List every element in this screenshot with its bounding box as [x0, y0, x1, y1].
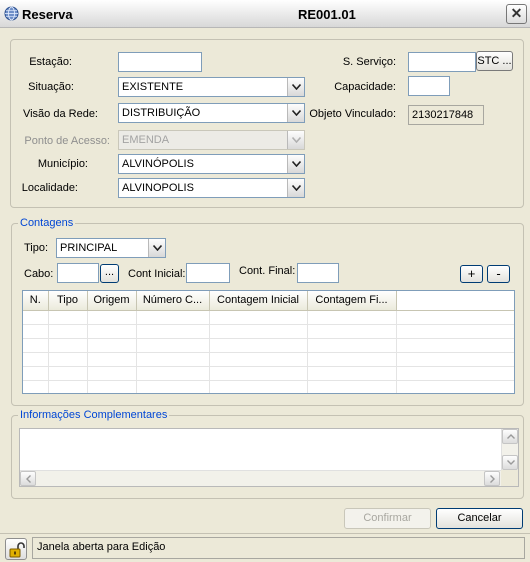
ponto-acesso-value: EMENDA: [122, 134, 170, 146]
scroll-right-button[interactable]: [484, 471, 500, 486]
tipo-label: Tipo:: [24, 242, 49, 254]
scroll-down-button[interactable]: [502, 455, 518, 470]
ponto-acesso-select: EMENDA: [118, 130, 305, 150]
chevron-down-icon: [287, 131, 304, 149]
lock-icon: [9, 542, 25, 558]
visao-rede-label: Visão da Rede:: [22, 108, 98, 120]
globe-icon: [4, 6, 19, 21]
chevron-down-icon: [507, 460, 515, 465]
servico-label: S. Serviço:: [342, 56, 396, 68]
cabo-browse-button[interactable]: ...: [100, 264, 119, 283]
capacidade-label: Capacidade:: [334, 81, 396, 93]
tipo-select[interactable]: PRINCIPAL: [56, 238, 166, 258]
visao-rede-select[interactable]: DISTRIBUIÇÃO: [118, 103, 305, 123]
localidade-value: ALVINOPOLIS: [122, 182, 194, 194]
cont-inicial-input[interactable]: [186, 263, 230, 283]
cancel-button[interactable]: Cancelar: [436, 508, 523, 529]
confirm-button[interactable]: Confirmar: [344, 508, 431, 529]
contagens-title: Contagens: [18, 217, 76, 229]
add-contagem-button[interactable]: +: [460, 265, 483, 283]
vertical-scrollbar[interactable]: [501, 429, 518, 471]
contagens-table[interactable]: N. Tipo Origem Número C... Contagem Inic…: [22, 290, 515, 394]
close-icon: ✕: [510, 5, 523, 21]
table-header-row: N. Tipo Origem Número C... Contagem Inic…: [23, 291, 514, 311]
capacidade-input[interactable]: [408, 76, 450, 96]
window-title: Reserva: [22, 7, 73, 22]
lock-button[interactable]: [5, 538, 27, 560]
chevron-down-icon[interactable]: [148, 239, 165, 257]
info-title: Informações Complementares: [18, 409, 170, 421]
stc-button[interactable]: STC ...: [476, 51, 513, 71]
window-code: RE001.01: [298, 7, 356, 22]
reserva-window: Reserva RE001.01 ✕ Estação: Situação: EX…: [0, 0, 530, 562]
column-header-contagem-final[interactable]: Contagem Fi...: [307, 291, 397, 311]
cabo-label: Cabo:: [24, 268, 54, 280]
chevron-left-icon: [26, 475, 31, 483]
objeto-vinculado-label: Objeto Vinculado:: [309, 108, 396, 120]
table-row[interactable]: [23, 310, 514, 325]
status-message: Janela aberta para Edição: [32, 537, 525, 559]
ponto-acesso-label: Ponto de Acesso:: [24, 135, 110, 147]
cont-final-label: Cont. Final:: [239, 265, 296, 277]
tipo-value: PRINCIPAL: [60, 242, 118, 254]
municipio-select[interactable]: ALVINÓPOLIS: [118, 154, 305, 174]
scroll-up-button[interactable]: [502, 429, 518, 444]
localidade-label: Localidade:: [21, 182, 78, 194]
cont-final-input[interactable]: [297, 263, 339, 283]
table-row[interactable]: [23, 324, 514, 339]
servico-input[interactable]: [408, 52, 476, 72]
status-bar: Janela aberta para Edição: [0, 533, 530, 562]
column-header-numero[interactable]: Número C...: [136, 291, 210, 311]
estacao-input[interactable]: [118, 52, 202, 72]
chevron-down-icon[interactable]: [287, 179, 304, 197]
situacao-value: EXISTENTE: [122, 81, 184, 93]
column-header-origem[interactable]: Origem: [87, 291, 137, 311]
chevron-right-icon: [490, 475, 495, 483]
estacao-label: Estação:: [29, 56, 72, 68]
cabo-input[interactable]: [57, 263, 99, 283]
municipio-value: ALVINÓPOLIS: [122, 158, 194, 170]
horizontal-scrollbar[interactable]: [20, 470, 501, 486]
situacao-select[interactable]: EXISTENTE: [118, 77, 305, 97]
municipio-label: Município:: [37, 158, 88, 170]
column-header-filler: [396, 291, 514, 311]
info-textarea[interactable]: [19, 428, 519, 487]
localidade-select[interactable]: ALVINOPOLIS: [118, 178, 305, 198]
title-bar: Reserva RE001.01 ✕: [0, 0, 530, 28]
column-header-tipo[interactable]: Tipo: [48, 291, 88, 311]
chevron-down-icon[interactable]: [287, 155, 304, 173]
situacao-label: Situação:: [28, 81, 74, 93]
table-row[interactable]: [23, 366, 514, 381]
column-header-contagem-inicial[interactable]: Contagem Inicial: [209, 291, 308, 311]
table-row[interactable]: [23, 380, 514, 393]
table-row[interactable]: [23, 338, 514, 353]
table-row[interactable]: [23, 352, 514, 367]
scroll-left-button[interactable]: [20, 471, 36, 486]
chevron-up-icon: [507, 434, 515, 439]
cont-inicial-label: Cont Inicial:: [128, 268, 186, 280]
objeto-vinculado-field: 2130217848: [408, 105, 484, 125]
scroll-corner: [501, 470, 518, 486]
column-header-n[interactable]: N.: [23, 291, 49, 311]
remove-contagem-button[interactable]: -: [487, 265, 510, 283]
close-button[interactable]: ✕: [506, 4, 527, 24]
visao-rede-value: DISTRIBUIÇÃO: [122, 107, 201, 119]
